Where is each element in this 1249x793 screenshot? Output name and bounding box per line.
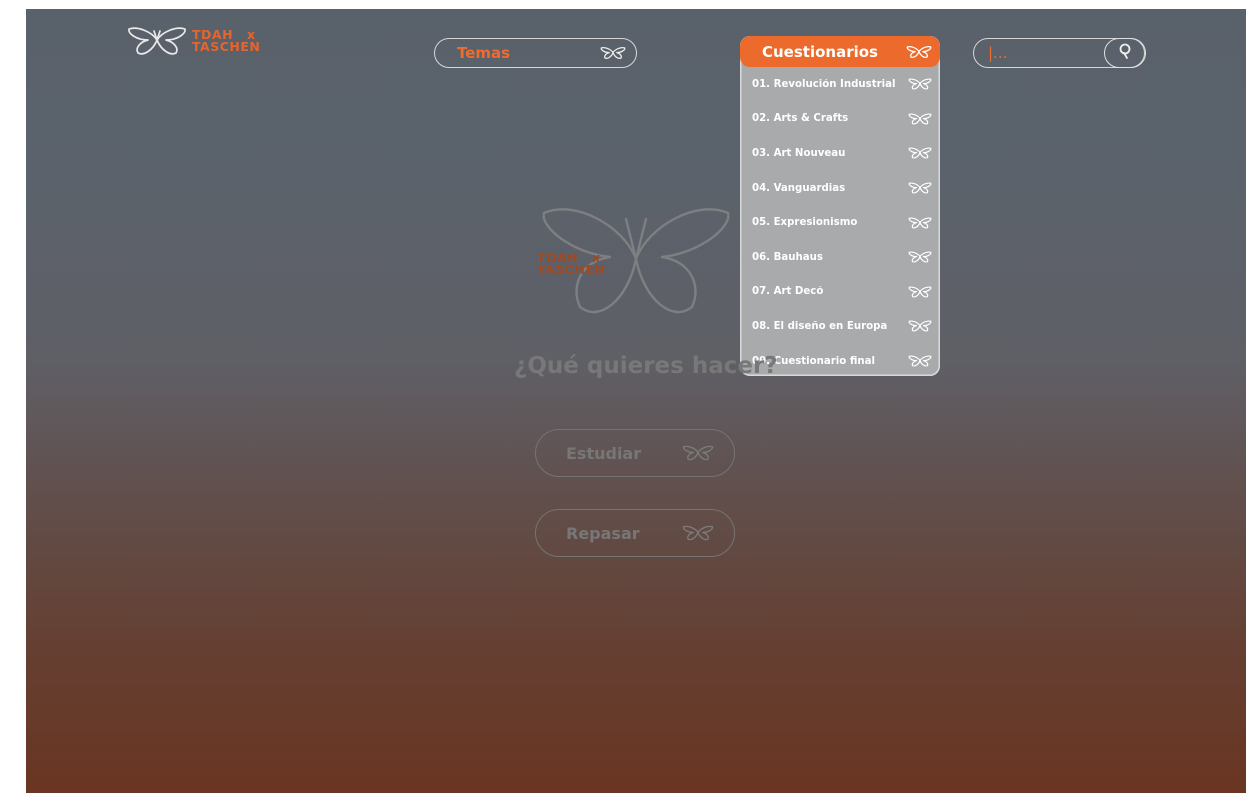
cuestionario-item-03[interactable]: 03. Art Nouveau [740,136,940,171]
butterfly-icon [682,444,714,462]
search-icon [1116,42,1134,64]
cuestionario-item-label: 04. Vanguardias [752,182,846,194]
cuestionario-item-label: 03. Art Nouveau [752,147,846,159]
butterfly-icon [908,354,932,368]
butterfly-icon [908,112,932,126]
cuestionario-item-01[interactable]: 01. Revolución Industrial [740,67,940,102]
butterfly-icon [600,45,626,61]
butterfly-icon [908,250,932,264]
cuestionario-item-06[interactable]: 06. Bauhaus [740,240,940,275]
center-brand-line2: TASCHEN [537,262,606,277]
cuestionarios-dropdown: Cuestionarios 01. Revolución Industrial … [740,36,940,376]
butterfly-icon [126,26,188,56]
search-input[interactable]: |... [988,44,1007,62]
butterfly-icon [908,285,932,299]
cuestionario-item-label: 01. Revolución Industrial [752,78,896,90]
cuestionario-item-label: 07. Art Decó [752,286,824,298]
brand-wordmark: TDAH x TASCHEN [192,28,261,54]
center-brand-wordmark: TDAH x TASCHEN [537,251,606,277]
cuestionario-item-label: 08. El diseño en Europa [752,320,888,332]
cuestionarios-label: Cuestionarios [762,42,878,61]
butterfly-icon [908,319,932,333]
cuestionario-item-04[interactable]: 04. Vanguardias [740,171,940,206]
search-bar: |... [973,38,1146,68]
butterfly-icon [908,146,932,160]
main-question: ¿Qué quieres hacer? [514,353,778,379]
temas-menu-button[interactable]: Temas [434,38,637,68]
review-label: Repasar [566,523,640,543]
brand-line2: TASCHEN [192,39,261,54]
cuestionario-item-08[interactable]: 08. El diseño en Europa [740,309,940,344]
butterfly-icon [908,216,932,230]
butterfly-icon [908,77,932,91]
butterfly-icon [908,181,932,195]
cuestionarios-list: 01. Revolución Industrial 02. Arts & Cra… [740,67,940,376]
window-frame-top [0,0,1249,9]
cuestionario-item-07[interactable]: 07. Art Decó [740,275,940,310]
butterfly-icon [906,44,932,60]
cuestionario-item-label: 06. Bauhaus [752,251,823,263]
study-label: Estudiar [566,443,642,463]
search-button[interactable] [1103,38,1146,68]
app-screen: TDAH x TASCHEN Temas Cuestionarios 01. Re… [26,9,1246,793]
cuestionario-item-label: 02. Arts & Crafts [752,113,849,125]
brand-logo[interactable]: TDAH x TASCHEN [126,26,260,56]
study-button[interactable]: Estudiar [535,429,735,477]
cuestionarios-menu-button[interactable]: Cuestionarios [740,36,940,67]
cuestionario-item-label: 05. Expresionismo [752,217,858,229]
review-button[interactable]: Repasar [535,509,735,557]
cuestionario-item-02[interactable]: 02. Arts & Crafts [740,102,940,137]
butterfly-icon [682,524,714,542]
cuestionario-item-05[interactable]: 05. Expresionismo [740,205,940,240]
temas-label: Temas [457,44,511,62]
window-frame-left [0,0,26,793]
